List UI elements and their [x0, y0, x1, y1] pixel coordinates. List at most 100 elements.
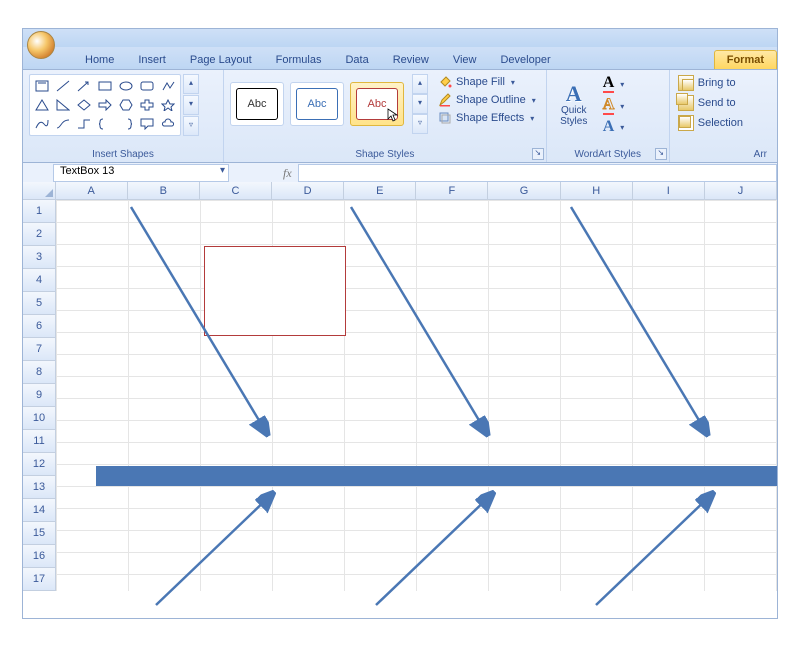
row-header[interactable]: 4 [23, 269, 56, 292]
shape-star-icon[interactable] [158, 96, 178, 114]
shape-line-icon[interactable] [53, 77, 73, 95]
blue-bar-shape[interactable] [96, 466, 777, 486]
arrow-shape[interactable] [126, 202, 276, 442]
arrow-shape[interactable] [371, 490, 501, 610]
send-to-back-button[interactable]: Send to [676, 94, 771, 112]
gallery-more-button[interactable]: ▿ [183, 116, 199, 136]
paint-bucket-icon [438, 75, 452, 89]
tab-page-layout[interactable]: Page Layout [178, 51, 264, 69]
arrow-shape[interactable] [151, 490, 281, 610]
shape-hexagon-icon[interactable] [116, 96, 136, 114]
column-header[interactable]: I [633, 182, 705, 200]
shape-fill-button[interactable]: Shape Fill ▾ [434, 74, 540, 90]
column-header[interactable]: F [416, 182, 488, 200]
formula-input[interactable] [298, 164, 777, 182]
shape-style-red[interactable]: Abc [350, 82, 404, 126]
row-header[interactable]: 11 [23, 430, 56, 453]
shape-right-arrow-icon[interactable] [95, 96, 115, 114]
tab-insert[interactable]: Insert [126, 51, 178, 69]
shape-diamond-icon[interactable] [74, 96, 94, 114]
column-header[interactable]: A [56, 182, 128, 200]
row-header[interactable]: 2 [23, 223, 56, 246]
column-header[interactable]: D [272, 182, 344, 200]
shape-callout-icon[interactable] [137, 115, 157, 133]
shape-cloud-icon[interactable] [158, 115, 178, 133]
column-header[interactable]: J [705, 182, 777, 200]
arrow-shape[interactable] [346, 202, 496, 442]
name-box[interactable]: TextBox 13 [53, 164, 229, 182]
group-label-wordart-styles: WordArt Styles [553, 147, 663, 160]
tab-formulas[interactable]: Formulas [264, 51, 334, 69]
row-header[interactable]: 14 [23, 499, 56, 522]
worksheet-grid[interactable]: A B C D E F G H I J 1 2 3 4 5 6 7 [23, 182, 777, 618]
row-header[interactable]: 10 [23, 407, 56, 430]
column-header[interactable]: C [200, 182, 272, 200]
selection-pane-label: Selection [698, 117, 743, 129]
shape-connector-icon[interactable] [53, 115, 73, 133]
row-header[interactable]: 3 [23, 246, 56, 269]
shape-plus-icon[interactable] [137, 96, 157, 114]
row-header[interactable]: 15 [23, 522, 56, 545]
shape-arrow-icon[interactable] [74, 77, 94, 95]
text-fill-button[interactable]: A ▾ [599, 74, 629, 94]
style-gallery-more-button[interactable]: ▿ [412, 114, 428, 134]
shape-elbow-icon[interactable] [74, 115, 94, 133]
row-header[interactable]: 12 [23, 453, 56, 476]
row-header[interactable]: 8 [23, 361, 56, 384]
arrow-shape[interactable] [566, 202, 716, 442]
gallery-up-button[interactable]: ▴ [183, 74, 199, 94]
row-header[interactable]: 17 [23, 568, 56, 591]
shape-style-black[interactable]: Abc [230, 82, 284, 126]
shape-curve-icon[interactable] [32, 115, 52, 133]
select-all-button[interactable] [23, 182, 56, 200]
column-header[interactable]: B [128, 182, 200, 200]
text-outline-button[interactable]: A ▾ [599, 96, 629, 116]
style-gallery-down-button[interactable]: ▾ [412, 94, 428, 114]
selection-pane-button[interactable]: Selection [676, 114, 771, 132]
tab-data[interactable]: Data [333, 51, 380, 69]
row-header[interactable]: 5 [23, 292, 56, 315]
bring-to-front-button[interactable]: Bring to [676, 74, 771, 92]
fx-icon[interactable]: fx [283, 166, 292, 181]
style-gallery-up-button[interactable]: ▴ [412, 74, 428, 94]
arrow-shape[interactable] [591, 490, 721, 610]
tab-review[interactable]: Review [381, 51, 441, 69]
shape-gallery[interactable] [29, 74, 181, 136]
chevron-down-icon: ▾ [620, 102, 624, 111]
shape-style-blue[interactable]: Abc [290, 82, 344, 126]
ribbon-tabs: Home Insert Page Layout Formulas Data Re… [23, 47, 777, 70]
shape-brace-icon[interactable] [95, 115, 115, 133]
row-header[interactable]: 9 [23, 384, 56, 407]
shape-right-triangle-icon[interactable] [53, 96, 73, 114]
quick-styles-button[interactable]: A Quick Styles [553, 83, 595, 127]
text-effects-button[interactable]: A ▾ [599, 118, 629, 136]
office-button[interactable] [27, 31, 55, 59]
column-header[interactable]: G [488, 182, 560, 200]
column-header[interactable]: H [561, 182, 633, 200]
row-header[interactable]: 16 [23, 545, 56, 568]
shape-rounded-rect-icon[interactable] [137, 77, 157, 95]
tab-format[interactable]: Format [714, 50, 777, 69]
gallery-down-button[interactable]: ▾ [183, 95, 199, 115]
row-header[interactable]: 7 [23, 338, 56, 361]
shape-style-gallery: Abc Abc Abc ▴ ▾ ▿ [230, 74, 428, 134]
tab-developer[interactable]: Developer [488, 51, 562, 69]
wordart-styles-dialog-launcher[interactable]: ↘ [655, 148, 667, 160]
shape-brace2-icon[interactable] [116, 115, 136, 133]
shape-freeform-icon[interactable] [158, 77, 178, 95]
column-header[interactable]: E [344, 182, 416, 200]
shape-rectangle-icon[interactable] [95, 77, 115, 95]
chevron-down-icon: ▾ [620, 123, 624, 132]
shape-textbox-icon[interactable] [32, 77, 52, 95]
shape-styles-dialog-launcher[interactable]: ↘ [532, 148, 544, 160]
row-header[interactable]: 13 [23, 476, 56, 499]
tab-home[interactable]: Home [73, 51, 126, 69]
row-header[interactable]: 6 [23, 315, 56, 338]
row-header[interactable]: 1 [23, 200, 56, 223]
shape-oval-icon[interactable] [116, 77, 136, 95]
shape-effects-button[interactable]: Shape Effects ▾ [434, 110, 540, 126]
shape-outline-button[interactable]: Shape Outline ▾ [434, 92, 540, 108]
shape-triangle-icon[interactable] [32, 96, 52, 114]
column-headers: A B C D E F G H I J [23, 182, 777, 200]
tab-view[interactable]: View [441, 51, 489, 69]
